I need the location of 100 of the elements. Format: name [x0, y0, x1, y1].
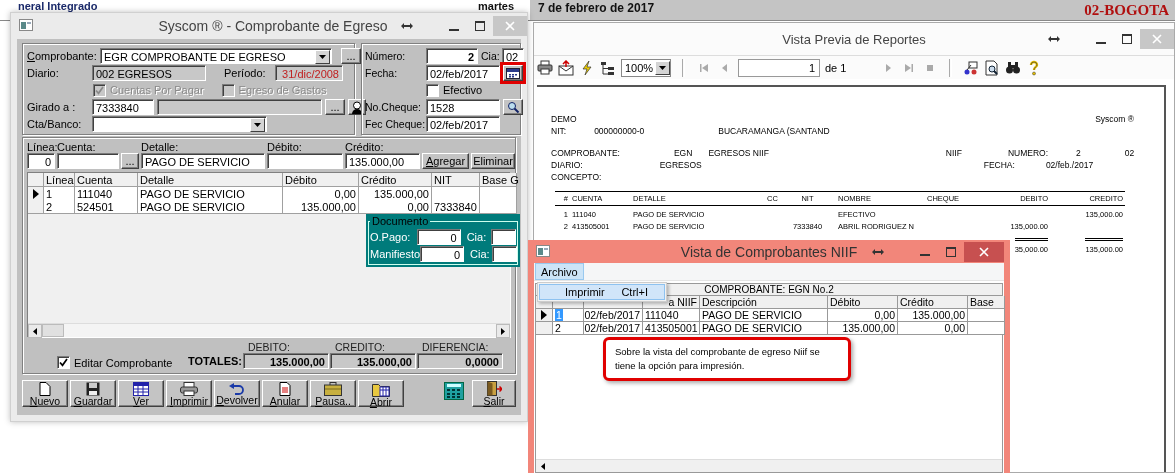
scroll-thumb[interactable]	[42, 324, 64, 337]
app-icon	[536, 244, 550, 257]
table-cell: 111040	[643, 309, 700, 322]
open-button[interactable]: Abrir	[358, 380, 404, 407]
cancel-button[interactable]: Anular	[262, 380, 308, 407]
report-text: NIIF	[945, 148, 962, 158]
scroll-left-icon[interactable]	[33, 327, 37, 335]
panel-title: Documento	[370, 215, 431, 227]
minimize-icon	[1096, 41, 1106, 44]
total-field: 135.000,00	[330, 353, 416, 369]
input-field[interactable]: 0	[420, 246, 464, 262]
input-field[interactable]	[491, 229, 516, 245]
document-icon	[39, 381, 51, 396]
input-field[interactable]	[491, 246, 517, 262]
zoom-dropdown[interactable]: 100%	[621, 58, 671, 77]
chart-icon[interactable]	[963, 59, 980, 76]
column-header: Débito	[828, 296, 898, 309]
checkbox[interactable]: Editar Comprobante	[57, 356, 173, 369]
save-button[interactable]: Guardar	[70, 380, 116, 407]
binoculars-icon[interactable]	[1005, 59, 1022, 76]
maximize-icon	[475, 21, 485, 31]
checkbox[interactable]: Efectivo	[426, 83, 483, 97]
date-field[interactable]: 02/feb/2017	[426, 116, 500, 132]
door-icon	[486, 381, 502, 396]
report-text: NUMERO:	[1007, 148, 1049, 158]
input-field[interactable]: 135.000,00	[345, 153, 420, 169]
cta-banco-dropdown[interactable]	[92, 116, 267, 132]
table-cell	[432, 187, 480, 201]
maximize-icon	[946, 246, 956, 257]
new-button[interactable]: Nuevo	[22, 380, 68, 407]
browse-button[interactable]: ...	[121, 153, 139, 169]
table-cell: 0,00	[359, 200, 432, 214]
view-button[interactable]: Ver	[118, 380, 164, 407]
report-text: COMPROBANTE:	[551, 148, 620, 158]
table-cell: 0,00	[898, 322, 968, 335]
report-text: CONCEPTO:	[551, 172, 602, 182]
input-field: 31/dic/2008	[275, 65, 343, 81]
page-field[interactable]: 1	[738, 58, 820, 77]
table-cell	[968, 309, 1005, 322]
column-header: Crédito	[359, 173, 432, 187]
report-text: BUCARAMANGA (SANTAND	[718, 126, 830, 136]
report-text: 2	[1076, 148, 1081, 158]
input-field[interactable]	[267, 153, 343, 169]
printer-icon	[180, 381, 198, 396]
report-text: DEMO	[551, 114, 577, 124]
input-field[interactable]	[57, 153, 119, 169]
window-title: Vista Previa de Reportes	[782, 31, 926, 47]
document-search-icon[interactable]	[984, 59, 1001, 76]
calculator-button[interactable]	[444, 382, 464, 400]
browse-button[interactable]: ...	[325, 99, 345, 115]
exit-button[interactable]: Salir	[472, 380, 516, 407]
input-field[interactable]: 7333840	[92, 99, 154, 115]
input-field[interactable]: 2	[426, 48, 478, 64]
scroll-right-icon[interactable]	[501, 327, 505, 335]
print-button[interactable]: Imprimir	[166, 380, 212, 407]
search-icon	[506, 100, 520, 114]
close-icon	[1152, 34, 1162, 44]
person-icon	[351, 100, 363, 114]
report-text: 02	[1124, 148, 1135, 158]
close-button[interactable]	[964, 241, 1004, 262]
date-field[interactable]: 02/feb/2017	[426, 65, 500, 81]
delete-button[interactable]: Eliminar	[471, 153, 515, 169]
input-field[interactable]: 0	[27, 153, 55, 169]
browse-button[interactable]: ...	[341, 48, 361, 64]
window-title: Syscom ® - Comprobante de Egreso	[158, 18, 388, 34]
field-label: Cia:	[481, 50, 499, 62]
input-field[interactable]: PAGO DE SERVICIO	[141, 153, 265, 169]
menu-item[interactable]: Imprimir Ctrl+I	[539, 284, 665, 300]
table-cell	[480, 187, 517, 201]
search-button[interactable]	[503, 99, 523, 115]
horizontal-scrollbar[interactable]	[536, 459, 1002, 472]
column-header: Base G	[480, 173, 517, 187]
scroll-left-icon[interactable]	[540, 462, 545, 470]
calendar-button[interactable]	[503, 65, 523, 81]
table-icon	[133, 381, 149, 396]
totals-label: TOTALES:	[188, 355, 242, 367]
input-field[interactable]: 1528	[426, 99, 500, 115]
return-button[interactable]: Devolver	[214, 380, 260, 407]
input-field[interactable]: 0	[416, 229, 461, 245]
tree-icon[interactable]	[600, 59, 616, 76]
table-cell: PAGO DE SERVICIO	[138, 187, 283, 201]
horizontal-scrollbar[interactable]	[28, 323, 510, 337]
column-header: Descripción	[700, 296, 828, 309]
pause-button[interactable]: Pausa..	[310, 380, 356, 407]
menu-item[interactable]: Archivo	[535, 263, 584, 280]
table-cell: 135.000,00	[283, 200, 359, 214]
envelope-icon[interactable]	[558, 59, 574, 76]
column-header: Cuenta	[75, 173, 138, 187]
report-text: 02/feb./2017	[1045, 160, 1094, 170]
lightning-icon[interactable]	[579, 59, 595, 76]
minimize-icon	[449, 28, 459, 31]
row-selector[interactable]	[536, 309, 553, 322]
add-button[interactable]: Agregar	[422, 153, 469, 169]
printer-icon[interactable]	[537, 59, 553, 76]
row-pointer-icon	[541, 310, 547, 320]
field-label: Detalle:	[141, 141, 180, 153]
weekday-text: martes	[478, 0, 515, 12]
resize-icon	[1048, 35, 1060, 43]
comprobante-dropdown[interactable]: EGR COMPROBANTE DE EGRESO	[100, 48, 332, 64]
resize-icon	[872, 247, 884, 256]
